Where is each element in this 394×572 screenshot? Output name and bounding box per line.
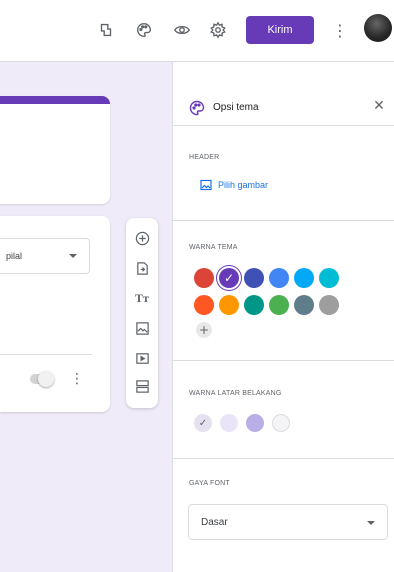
more-vert-icon[interactable]: ⋮ — [70, 370, 84, 388]
settings-icon[interactable] — [208, 20, 228, 40]
question-card[interactable]: pilal ⋮ — [0, 216, 110, 412]
theme-color-swatch[interactable] — [319, 295, 339, 315]
send-button[interactable]: Kirim — [246, 16, 314, 44]
font-style-value: Dasar — [201, 517, 228, 528]
theme-color-label: WARNA TEMA — [189, 244, 238, 251]
more-vert-icon[interactable]: ⋮ — [332, 20, 348, 40]
theme-panel: Opsi tema ✕ HEADER WARNA TEMA WARNA LATA… — [172, 62, 394, 572]
theme-color-swatch[interactable] — [269, 295, 289, 315]
close-icon[interactable]: ✕ — [371, 98, 387, 114]
form-title-card[interactable] — [0, 96, 110, 204]
theme-color-swatch[interactable] — [194, 268, 214, 288]
required-toggle[interactable] — [30, 371, 54, 387]
theme-color-swatch[interactable] — [194, 295, 214, 315]
bg-color-swatch[interactable]: ✓ — [194, 414, 212, 432]
bg-color-swatch[interactable] — [246, 414, 264, 432]
divider — [173, 220, 394, 221]
divider — [173, 458, 394, 459]
theme-color-swatch[interactable] — [244, 295, 264, 315]
theme-color-swatch[interactable] — [294, 268, 314, 288]
add-section-icon[interactable] — [134, 378, 150, 394]
divider — [0, 354, 92, 355]
divider — [173, 360, 394, 361]
add-title-icon[interactable]: Tт — [134, 290, 150, 306]
chevron-down-icon — [367, 521, 375, 525]
theme-color-swatch[interactable] — [269, 268, 289, 288]
import-questions-icon[interactable] — [134, 260, 150, 276]
theme-color-swatch[interactable] — [319, 268, 339, 288]
choose-image-link[interactable]: Pilih gambar — [200, 178, 268, 192]
theme-panel-header: Opsi tema ✕ — [173, 62, 394, 126]
bg-color-swatch[interactable] — [220, 414, 238, 432]
font-style-label: GAYA FONT — [189, 480, 230, 487]
toggle-knob — [38, 371, 54, 387]
question-type-select[interactable]: pilal — [0, 238, 90, 274]
floating-toolbar: Tт — [126, 218, 158, 408]
chevron-down-icon — [69, 254, 77, 258]
theme-panel-title: Opsi tema — [213, 102, 259, 113]
question-type-value: pilal — [6, 251, 23, 261]
font-style-select[interactable]: Dasar — [188, 504, 388, 540]
add-custom-color-button[interactable]: + — [196, 322, 212, 338]
theme-color-swatch[interactable] — [244, 268, 264, 288]
add-video-icon[interactable] — [134, 350, 150, 366]
theme-color-swatch[interactable] — [219, 295, 239, 315]
check-icon: ✓ — [223, 271, 235, 285]
header-section-label: HEADER — [189, 154, 220, 161]
customize-theme-icon[interactable] — [96, 20, 116, 40]
palette-icon[interactable] — [134, 20, 154, 40]
avatar[interactable] — [364, 14, 392, 42]
palette-icon — [189, 100, 205, 116]
add-question-icon[interactable] — [134, 230, 150, 246]
theme-color-swatch[interactable]: ✓ — [219, 268, 239, 288]
choose-image-label: Pilih gambar — [218, 180, 269, 190]
theme-color-swatch[interactable] — [294, 295, 314, 315]
preview-icon[interactable] — [172, 20, 192, 40]
bg-color-swatch[interactable] — [272, 414, 290, 432]
image-icon — [200, 179, 212, 191]
bg-color-label: WARNA LATAR BELAKANG — [189, 390, 282, 397]
check-icon: ✓ — [198, 417, 208, 429]
top-bar: Kirim ⋮ — [0, 0, 394, 62]
add-image-icon[interactable] — [134, 320, 150, 336]
